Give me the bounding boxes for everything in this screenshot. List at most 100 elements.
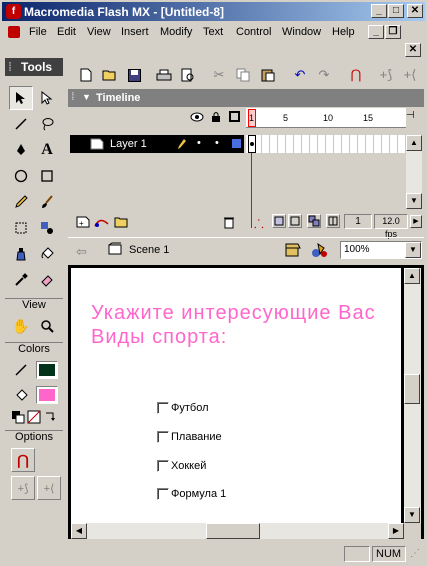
layer-frames[interactable] (246, 135, 406, 228)
menu-help[interactable]: Help (332, 26, 355, 38)
pencil-tool-icon[interactable] (9, 190, 33, 214)
delete-layer-trash-icon[interactable] (223, 216, 235, 232)
doc-restore-button[interactable]: ❐ (385, 25, 401, 39)
timeline-scroll-right-icon[interactable]: ▶ (410, 215, 422, 228)
layer-row-layer-1[interactable]: Layer 1 • • (70, 135, 244, 153)
fill-color-swatch[interactable] (36, 386, 58, 404)
eye-icon[interactable] (190, 112, 204, 125)
zoom-dropdown-icon[interactable]: ▼ (405, 242, 421, 258)
paint-bucket-tool-icon[interactable] (35, 242, 59, 266)
brush-tool-icon[interactable] (35, 190, 59, 214)
menu-file[interactable]: File (29, 26, 47, 38)
checkbox-row-swimming[interactable]: Плавание (157, 429, 222, 445)
timeline-header[interactable]: ⁞ ▼ Timeline (68, 89, 424, 107)
swap-colors-icon[interactable] (43, 410, 57, 424)
checkbox-row-football[interactable]: Футбол (157, 400, 209, 416)
smooth-icon[interactable]: +⟆ (376, 66, 396, 84)
outline-icon[interactable] (229, 111, 240, 122)
snap-magnet-icon[interactable]: ⋂ (346, 66, 366, 84)
onion-skin-icon[interactable] (272, 214, 286, 228)
edit-symbols-icon[interactable] (310, 242, 328, 261)
paste-icon[interactable] (258, 66, 278, 84)
rectangle-tool-icon[interactable] (35, 164, 59, 188)
line-tool-icon[interactable] (9, 112, 33, 136)
undo-icon[interactable]: ↶ (290, 66, 310, 84)
no-color-icon[interactable] (27, 410, 41, 424)
menu-view[interactable]: View (87, 26, 111, 38)
checkbox-football[interactable] (157, 402, 169, 414)
print-preview-icon[interactable] (178, 66, 198, 84)
subselect-tool-icon[interactable] (35, 86, 59, 110)
stage-vertical-thumb[interactable] (404, 374, 420, 404)
menu-control[interactable]: Control (236, 26, 271, 38)
fill-transform-tool-icon[interactable] (35, 216, 59, 240)
document-icon[interactable] (8, 26, 20, 38)
timeline-vertical-scrollbar[interactable]: ▲ ▼ (406, 135, 422, 209)
minimize-button[interactable]: _ (371, 4, 387, 18)
stage-heading-line-1[interactable]: Укажите интересующие Вас (91, 302, 376, 325)
collapse-arrow-icon[interactable]: ▼ (82, 92, 91, 102)
stage-heading-line-2[interactable]: Виды спорта: (91, 326, 227, 349)
stage-canvas[interactable]: Укажите интересующие Вас Виды спорта: Фу… (71, 268, 401, 523)
outline-color-box[interactable] (232, 139, 241, 148)
free-transform-tool-icon[interactable] (9, 216, 33, 240)
scroll-up-icon[interactable]: ▲ (406, 135, 422, 151)
cut-icon[interactable]: ✂ (209, 66, 229, 84)
scroll-down-icon[interactable]: ▼ (406, 193, 422, 209)
onion-skin-outlines-icon[interactable] (288, 214, 302, 228)
stage-scroll-left-icon[interactable]: ◀ (71, 523, 87, 539)
doc-close-button[interactable]: ✕ (405, 43, 421, 57)
hand-tool-icon[interactable]: ✋ (9, 314, 33, 338)
tools-panel-header[interactable]: ⁞ Tools (5, 58, 63, 76)
pen-tool-icon[interactable] (9, 138, 33, 162)
menu-insert[interactable]: Insert (121, 26, 149, 38)
doc-minimize-button[interactable]: _ (368, 25, 384, 39)
ink-bottle-tool-icon[interactable] (9, 242, 33, 266)
maximize-button[interactable]: □ (388, 4, 404, 18)
stage-scroll-down-icon[interactable]: ▼ (404, 507, 420, 523)
smooth-option-icon[interactable]: +⟆ (11, 476, 35, 500)
stage-horizontal-thumb[interactable] (206, 523, 260, 539)
stroke-color-swatch[interactable] (36, 361, 58, 379)
checkbox-row-hockey[interactable]: Хоккей (157, 458, 206, 474)
text-tool-icon[interactable]: A (35, 138, 59, 162)
menu-text[interactable]: Text (203, 26, 223, 38)
menu-modify[interactable]: Modify (160, 26, 192, 38)
eyedropper-tool-icon[interactable] (9, 268, 33, 292)
edit-scene-icon[interactable] (284, 242, 302, 261)
eraser-tool-icon[interactable] (35, 268, 59, 292)
checkbox-formula-1[interactable] (157, 488, 169, 500)
zoom-tool-icon[interactable] (35, 314, 59, 338)
menu-window[interactable]: Window (282, 26, 321, 38)
center-frame-icon[interactable]: ⸫ (254, 215, 264, 232)
visible-dot[interactable]: • (197, 137, 201, 149)
stage-horizontal-scrollbar[interactable]: ◀ ▶ (71, 523, 404, 539)
lasso-tool-icon[interactable] (35, 112, 59, 136)
close-button[interactable]: ✕ (407, 4, 423, 18)
open-folder-icon[interactable] (100, 66, 120, 84)
add-motion-guide-icon[interactable] (94, 216, 110, 231)
checkbox-swimming[interactable] (157, 431, 169, 443)
stage-scroll-up-icon[interactable]: ▲ (404, 268, 420, 284)
insert-layer-folder-icon[interactable] (114, 216, 128, 231)
redo-icon[interactable]: ↷ (314, 66, 334, 84)
edit-multiple-frames-icon[interactable] (307, 214, 321, 228)
lock-icon[interactable] (211, 111, 221, 126)
resize-grip-icon[interactable]: ⋰ (410, 548, 420, 559)
menu-edit[interactable]: Edit (57, 26, 76, 38)
oval-tool-icon[interactable] (9, 164, 33, 188)
print-icon[interactable] (154, 66, 174, 84)
zoom-select[interactable]: 100% ▼ (340, 241, 422, 259)
checkbox-row-formula-1[interactable]: Формула 1 (157, 486, 226, 502)
window-title-bar[interactable]: f Macromedia Flash MX - [Untitled-8] _ □… (2, 2, 425, 21)
arrow-tool-icon[interactable] (9, 86, 33, 110)
frame-ruler[interactable]: 1 5 10 15 (246, 108, 406, 128)
back-arrow-icon[interactable]: ⇦ (76, 244, 87, 260)
new-document-icon[interactable] (76, 66, 96, 84)
straighten-icon[interactable]: +⟨ (400, 66, 420, 84)
snap-option-magnet-icon[interactable]: ⋂ (11, 448, 35, 472)
frame-view-menu-icon[interactable]: ⊣ (406, 110, 415, 121)
default-colors-icon[interactable] (11, 410, 25, 424)
insert-layer-icon[interactable]: + (76, 216, 90, 231)
save-icon[interactable] (124, 66, 144, 84)
